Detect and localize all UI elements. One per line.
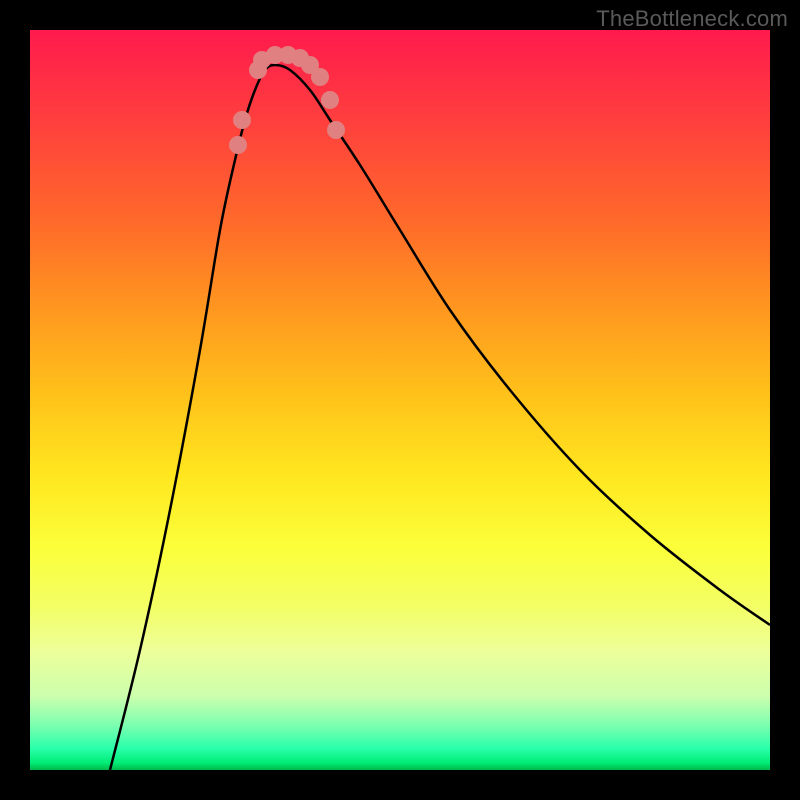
marker-dot	[321, 91, 339, 109]
marker-dot	[229, 136, 247, 154]
curve-layer	[30, 30, 770, 770]
marker-dot	[233, 111, 251, 129]
watermark-text: TheBottleneck.com	[596, 6, 788, 32]
marker-dot	[311, 68, 329, 86]
plot-area	[30, 30, 770, 770]
bottleneck-curve	[110, 65, 770, 770]
highlight-markers	[229, 46, 345, 154]
marker-dot	[327, 121, 345, 139]
chart-frame: TheBottleneck.com	[0, 0, 800, 800]
